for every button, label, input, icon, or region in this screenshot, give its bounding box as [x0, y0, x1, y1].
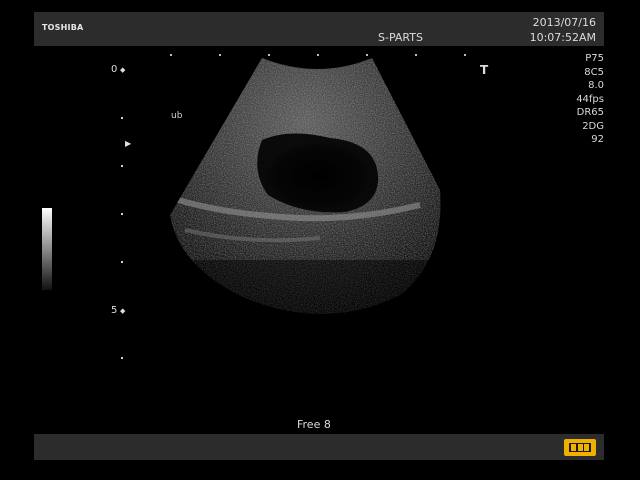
exam-date: 2013/07/16	[532, 16, 596, 29]
lateral-scale-dot	[268, 54, 270, 56]
dynamic-range-label: DR65	[576, 107, 604, 118]
preset-label: S-PARTS	[378, 31, 423, 44]
depth-marker-icon: ◆	[120, 307, 126, 315]
depth-scale-dot	[121, 117, 123, 119]
frame-rate-label: 44fps	[576, 93, 604, 105]
probe-label: P75	[585, 53, 604, 64]
brand-logo: TOSHIBA	[42, 23, 84, 32]
depth-marker-icon: ◆	[120, 66, 126, 74]
parameter-readout: P75 8C5 8.0 44fps DR65 2DG 92	[566, 52, 604, 147]
orientation-marker: T	[480, 63, 489, 77]
grayscale-bar	[42, 208, 52, 290]
lateral-scale-dot	[415, 54, 417, 56]
mode-label: Free 8	[297, 418, 331, 431]
transducer-label: 8C5	[584, 66, 604, 78]
frequency-label: 8.0	[588, 80, 604, 91]
lateral-scale-dot	[170, 54, 172, 56]
depth-label-top: 0	[111, 64, 118, 75]
depth-scale-dot	[121, 165, 123, 167]
gain-value-label: 92	[591, 134, 604, 145]
ultrasound-image	[170, 58, 441, 314]
header-bar: TOSHIBA S-PARTS 2013/07/16 10:07:52AM	[34, 12, 604, 46]
focus-arrow-icon: ▶	[125, 139, 132, 148]
lateral-scale-dot	[464, 54, 466, 56]
depth-scale-dot	[121, 261, 123, 263]
gain-mode-label: 2DG	[582, 120, 604, 132]
footer-bar	[34, 434, 604, 460]
cine-loop-icon[interactable]	[564, 439, 596, 456]
depth-label-mid: 5	[111, 305, 118, 316]
ultrasound-screen: TOSHIBA S-PARTS 2013/07/16 10:07:52AM P7…	[0, 0, 640, 480]
body-annotation: ub	[171, 111, 183, 121]
depth-scale-dot	[121, 357, 123, 359]
exam-time: 10:07:52AM	[529, 31, 596, 44]
depth-scale-dot	[121, 213, 123, 215]
lateral-scale-dot	[366, 54, 368, 56]
lateral-scale-dot	[219, 54, 221, 56]
lateral-scale-dot	[317, 54, 319, 56]
